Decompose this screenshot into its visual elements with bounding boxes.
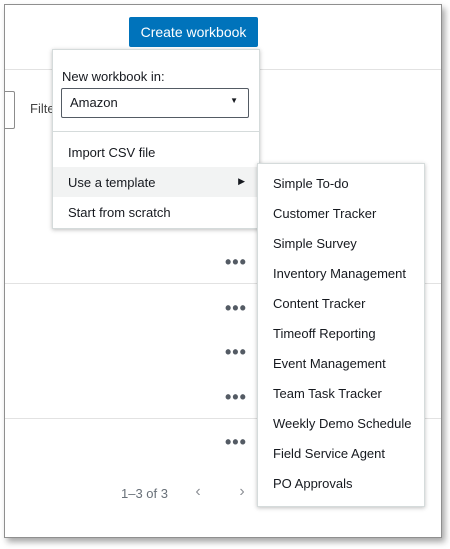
template-field-service-agent[interactable]: Field Service Agent [258,438,424,468]
row-actions-icon[interactable]: ••• [225,388,247,406]
window-frame: Filte ••• ••• ••• ••• ••• 1–3 of 3 ‹ › C… [4,4,442,538]
menu-divider [53,131,259,132]
caret-down-icon: ▼ [230,96,238,105]
template-event-management[interactable]: Event Management [258,348,424,378]
chevron-right-icon: ▶ [238,176,245,186]
row-actions-icon[interactable]: ••• [225,433,247,451]
template-timeoff-reporting[interactable]: Timeoff Reporting [258,318,424,348]
menu-item-use-template[interactable]: Use a template ▶ [53,167,259,197]
template-label: Weekly Demo Schedule [273,416,412,431]
previous-page-button[interactable]: ‹ [188,481,208,503]
template-label: Timeoff Reporting [273,326,376,341]
account-select[interactable]: Amazon ▼ [61,88,249,118]
template-label: Customer Tracker [273,206,377,221]
account-select-value: Amazon [70,95,118,110]
template-inventory-management[interactable]: Inventory Management [258,258,424,288]
template-label: Field Service Agent [273,446,386,461]
template-label: Content Tracker [273,296,366,311]
menu-item-label: Start from scratch [68,205,171,220]
row-actions-icon[interactable]: ••• [225,253,247,271]
menu-item-label: Use a template [68,175,156,190]
row-actions-icon[interactable]: ••• [225,299,247,317]
template-submenu: Simple To-do Customer Tracker Simple Sur… [257,163,425,507]
template-label: Team Task Tracker [273,386,382,401]
template-team-task-tracker[interactable]: Team Task Tracker [258,378,424,408]
template-simple-survey[interactable]: Simple Survey [258,228,424,258]
template-customer-tracker[interactable]: Customer Tracker [258,198,424,228]
create-workbook-menu: New workbook in: Amazon ▼ Import CSV fil… [52,49,260,229]
template-po-approvals[interactable]: PO Approvals [258,468,424,498]
template-content-tracker[interactable]: Content Tracker [258,288,424,318]
template-label: Simple Survey [273,236,357,251]
next-page-button[interactable]: › [232,481,252,503]
filter-input-edge[interactable] [5,91,15,129]
filter-label: Filte [30,101,55,116]
row-actions-icon[interactable]: ••• [225,343,247,361]
menu-item-import-csv[interactable]: Import CSV file [53,137,259,167]
template-simple-todo[interactable]: Simple To-do [258,168,424,198]
template-weekly-demo-schedule[interactable]: Weekly Demo Schedule [258,408,424,438]
create-workbook-button[interactable]: Create workbook [129,17,258,47]
template-label: PO Approvals [273,476,353,491]
template-label: Event Management [273,356,386,371]
template-label: Simple To-do [273,176,349,191]
menu-item-start-scratch[interactable]: Start from scratch [53,197,259,227]
template-label: Inventory Management [273,266,406,281]
pagination-range: 1–3 of 3 [121,486,168,501]
new-workbook-in-label: New workbook in: [62,69,165,84]
menu-item-label: Import CSV file [68,145,156,160]
